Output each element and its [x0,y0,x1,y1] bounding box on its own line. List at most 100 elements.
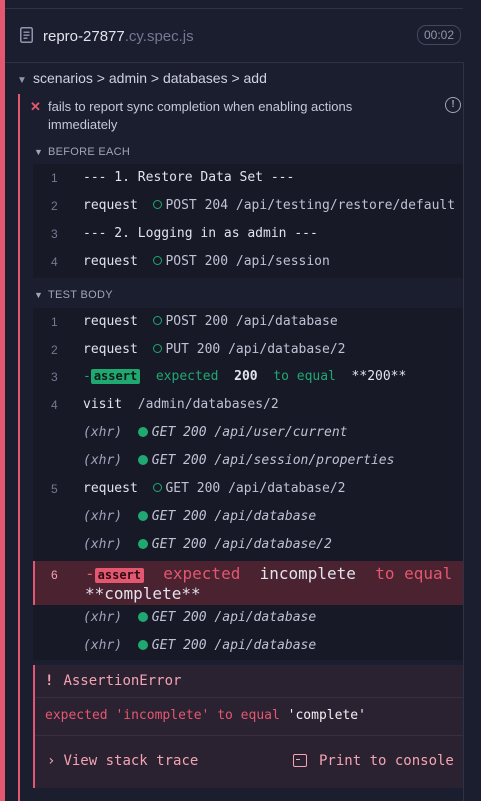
command-method: POST 204 [165,198,229,213]
xhr-label: (xhr) [83,425,123,440]
spec-fail-indicator [0,0,5,801]
command-number: 1 [51,171,58,185]
assert-expected: **complete** [85,584,201,603]
test-fail-indicator [18,94,20,801]
test-title[interactable]: ✕ fails to report sync completion when e… [30,98,372,134]
command-method: POST 200 [165,314,229,329]
xhr-label: (xhr) [83,537,123,552]
command-path: /api/database [214,638,317,653]
error-title: ! AssertionError [45,673,181,689]
suite-title[interactable]: ▼ scenarios > admin > databases > add [17,70,267,86]
command-name: request [83,198,138,213]
error-type: AssertionError [63,673,182,689]
view-stack-trace-label: View stack trace [63,753,199,769]
xhr-row[interactable]: (xhr) GET 200 /api/user/current [33,419,463,447]
command-path: /api/session [235,254,330,269]
view-stack-trace-button[interactable]: › View stack trace [47,753,198,769]
chevron-down-icon: ▼ [17,75,27,86]
command-method: GET 200 [151,638,207,653]
test-body-header[interactable]: ▼ TEST BODY [34,289,113,301]
test-title-text: fails to report sync completion when ena… [48,99,353,132]
error-expected: 'complete' [287,708,366,723]
command-path: /api/database [214,610,317,625]
xhr-label: (xhr) [83,638,123,653]
assert-row-pass[interactable]: 3 - assert expected 200 to equal **200** [33,363,463,391]
suite-path: scenarios > admin > databases > add [33,70,267,86]
command-method: GET 200 [151,537,207,552]
assert-row-fail[interactable]: 6 - assert expected incomplete to equal *… [33,561,463,605]
command-path: /api/database [214,509,317,524]
error-msg-mid: to equal [217,708,280,723]
command-number: 1 [51,315,58,329]
pending-ring-icon [153,200,163,209]
command-name: visit [83,397,123,412]
spec-header: repro-27877.cy.spec.js 00:02 [5,9,463,63]
pending-ring-icon [153,483,163,492]
before-each-commands: 1 --- 1. Restore Data Set --- 2 request … [33,164,463,278]
command-number: 4 [51,398,58,412]
assert-expected-word: expected [163,564,241,583]
pending-ring-icon [153,256,163,265]
error-panel: ! AssertionError expected 'incomplete' to… [33,665,463,788]
panel-border [463,62,464,801]
spec-name-base: repro-27877 [43,28,125,45]
command-name: request [83,481,138,496]
command-row[interactable]: 2 request POST 204 /api/testing/restore/… [33,192,463,220]
fail-x-icon: ✕ [30,99,41,114]
success-dot-icon [137,612,148,622]
xhr-row[interactable]: (xhr) GET 200 /api/database [33,604,463,632]
success-dot-icon [137,640,148,650]
xhr-row[interactable]: (xhr) GET 200 /api/database/2 [33,531,463,559]
before-each-label: BEFORE EACH [48,146,131,158]
command-row[interactable]: 4 visit /admin/databases/2 [33,391,463,419]
print-to-console-button[interactable]: Print to console [293,753,454,769]
xhr-label: (xhr) [83,453,123,468]
spec-file-name[interactable]: repro-27877.cy.spec.js [43,28,194,45]
xhr-label: (xhr) [83,610,123,625]
command-name: request [83,314,138,329]
console-icon [293,754,307,767]
xhr-row[interactable]: (xhr) GET 200 /api/database [33,503,463,531]
info-icon[interactable]: ! [445,97,461,113]
spec-name-ext: .cy.spec.js [124,28,194,45]
command-row[interactable]: 2 request PUT 200 /api/database/2 [33,336,463,364]
command-number: 2 [51,343,58,357]
success-dot-icon [137,427,148,437]
xhr-row[interactable]: (xhr) GET 200 /api/session/properties [33,447,463,475]
command-row[interactable]: 1 request POST 200 /api/database [33,308,463,336]
error-message: expected 'incomplete' to equal 'complete… [45,708,366,723]
command-path: /api/testing/restore/default [235,198,456,213]
command-name: request [83,342,138,357]
assert-actual: 200 [234,369,258,384]
command-path: /api/database/2 [214,537,332,552]
command-row[interactable]: 4 request POST 200 /api/session [33,248,463,276]
before-each-header[interactable]: ▼ BEFORE EACH [34,146,130,158]
assert-badge: assert [90,369,141,384]
command-method: GET 200 [151,425,207,440]
command-row[interactable]: 1 --- 1. Restore Data Set --- [33,164,463,192]
command-number: 4 [51,255,58,269]
command-name: request [83,254,138,269]
assert-to-equal: to equal [375,564,453,583]
xhr-row[interactable]: (xhr) GET 200 /api/database [33,632,463,660]
command-path: /api/database/2 [228,342,346,357]
command-number: 2 [51,199,58,213]
command-method: PUT 200 [165,342,221,357]
spec-duration-badge: 00:02 [416,25,461,45]
command-method: GET 200 [151,453,207,468]
chevron-right-icon: › [47,753,56,769]
command-path: /api/session/properties [214,453,395,468]
assert-to-equal: to equal [273,369,336,384]
pending-ring-icon [153,316,163,325]
command-method: GET 200 [165,481,221,496]
command-row[interactable]: 3 --- 2. Logging in as admin --- [33,220,463,248]
pending-ring-icon [153,344,163,353]
assert-expected: **200** [351,369,407,384]
command-number: 6 [51,568,58,582]
command-number: 5 [51,482,58,496]
success-dot-icon [137,455,148,465]
error-actual: 'incomplete' [115,708,210,723]
print-to-console-label: Print to console [319,753,454,769]
command-row[interactable]: 5 request GET 200 /api/database/2 [33,475,463,503]
success-dot-icon [137,539,148,549]
